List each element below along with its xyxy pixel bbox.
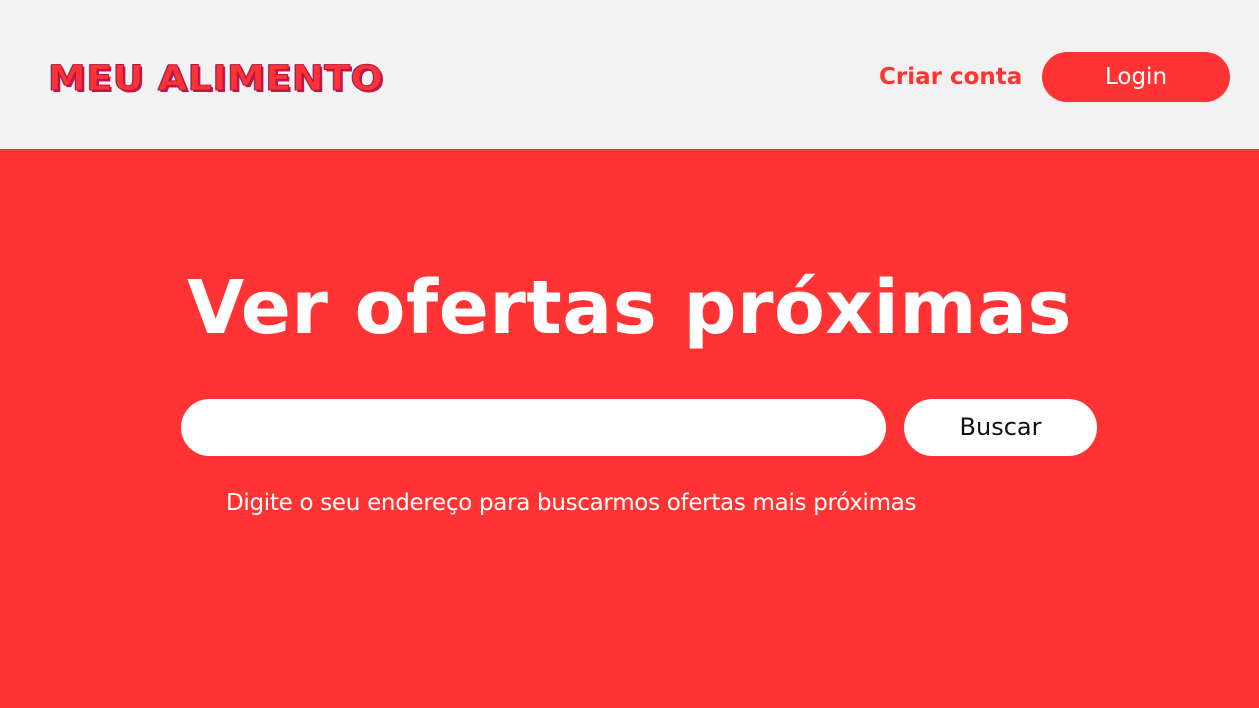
- search-helper-text: Digite o seu endereço para buscarmos ofe…: [226, 490, 917, 516]
- search-button[interactable]: Buscar: [904, 399, 1097, 456]
- header: MEU ALIMENTO Criar conta Login: [0, 0, 1259, 149]
- login-button[interactable]: Login: [1042, 52, 1230, 102]
- create-account-link[interactable]: Criar conta: [879, 58, 1022, 96]
- logo[interactable]: MEU ALIMENTO: [47, 57, 383, 98]
- page-title: Ver ofertas próximas: [187, 265, 1072, 351]
- page: MEU ALIMENTO Criar conta Login Ver ofert…: [0, 0, 1259, 708]
- address-search-input[interactable]: [181, 399, 886, 456]
